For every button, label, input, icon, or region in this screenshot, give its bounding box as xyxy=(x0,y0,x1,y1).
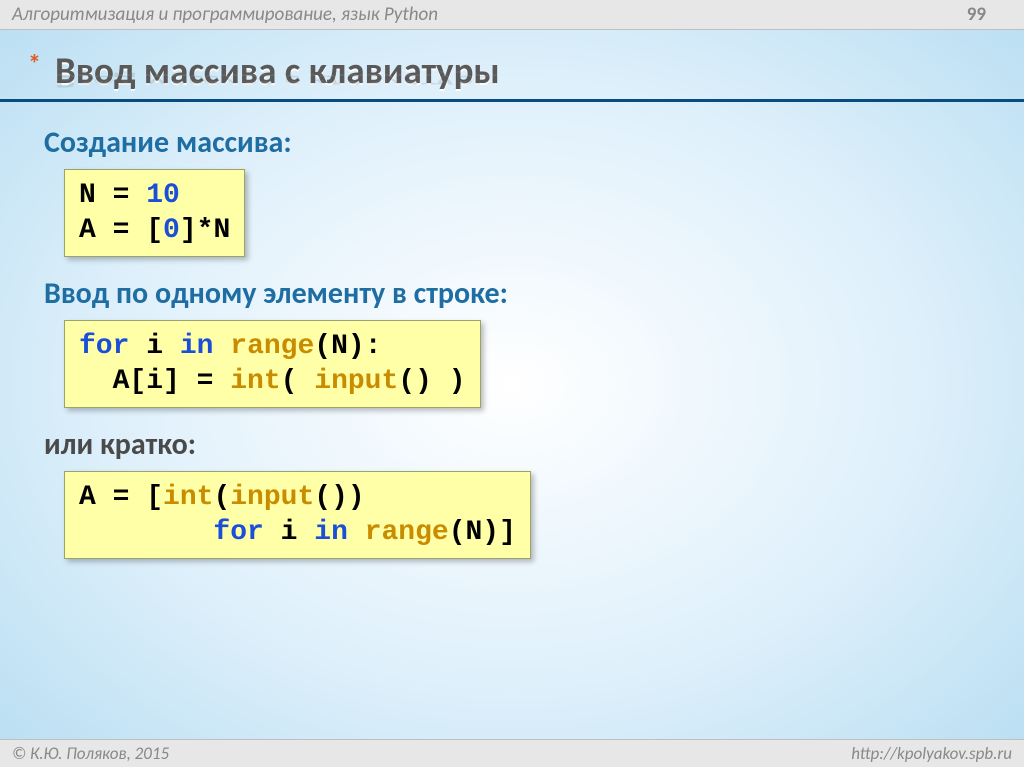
page-number: 99 xyxy=(967,3,1012,26)
section-input: Ввод по одному элементу в строке: xyxy=(44,275,980,312)
slide-title: Ввод массива с клавиатуры xyxy=(55,48,500,93)
code-text: A = [int(input()) for i in range(N)] xyxy=(79,482,516,548)
section-short: или кратко: xyxy=(44,426,980,463)
code-text: N = 10 A = [0]*N xyxy=(79,180,230,246)
course-title: Алгоритмизация и программирование, язык … xyxy=(12,3,438,26)
copyright-text: © К.Ю. Поляков, 2015 xyxy=(12,743,169,764)
slide-content: Создание массива: N = 10 A = [0]*N Ввод … xyxy=(0,102,1024,569)
footer-bar: © К.Ю. Поляков, 2015 http://kpolyakov.sp… xyxy=(0,739,1024,767)
slide-title-row: * Ввод массива с клавиатуры xyxy=(0,48,1024,102)
code-block-short: A = [int(input()) for i in range(N)] xyxy=(64,471,531,559)
header-bar: Алгоритмизация и программирование, язык … xyxy=(0,0,1024,30)
title-bullet: * xyxy=(28,51,41,77)
footer-url: http://kpolyakov.spb.ru xyxy=(851,743,1012,764)
section-create: Создание массива: xyxy=(44,124,980,161)
code-block-create: N = 10 A = [0]*N xyxy=(64,169,245,257)
code-block-loop: for i in range(N): A[i] = int( input() ) xyxy=(64,320,481,408)
code-text: for i in range(N): A[i] = int( input() ) xyxy=(79,331,466,397)
